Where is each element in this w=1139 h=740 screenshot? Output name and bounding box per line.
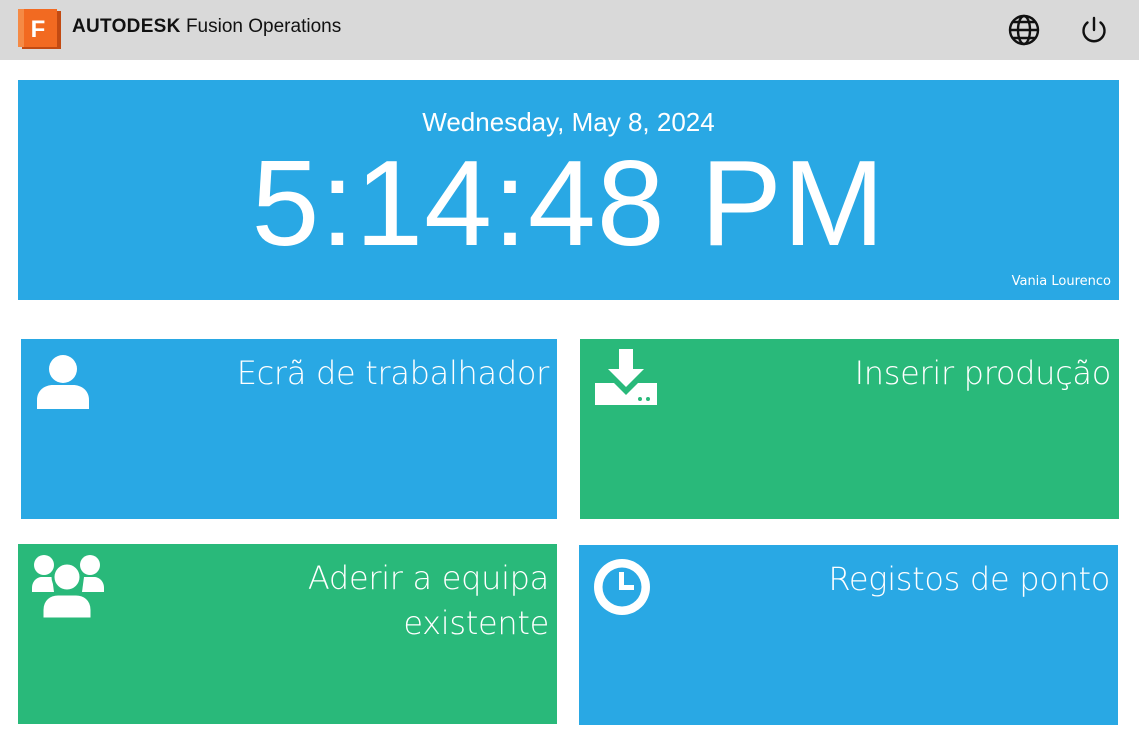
power-icon — [1082, 16, 1106, 43]
logout-button[interactable] — [1077, 13, 1111, 47]
globe-icon — [1008, 14, 1040, 46]
user-icon — [35, 353, 91, 415]
tile-label-line1: Aderir a equipa — [307, 559, 549, 597]
tile-join-team[interactable]: Aderir a equipa existente — [18, 544, 557, 724]
tile-worker-screen[interactable]: Ecrã de trabalhador — [21, 339, 557, 519]
users-group-icon — [32, 552, 104, 624]
logged-in-user: Vania Lourenco — [1011, 274, 1111, 289]
brand-name: AUTODESK — [72, 16, 181, 37]
tile-label: Registos de ponto — [828, 560, 1110, 598]
current-date: Wednesday, May 8, 2024 — [422, 107, 715, 137]
language-button[interactable] — [1007, 13, 1041, 47]
download-tray-icon — [594, 349, 658, 411]
tile-label: Ecrã de trabalhador — [236, 354, 550, 392]
current-time: 5:14:48 PM — [251, 135, 886, 271]
tile-insert-production[interactable]: Inserir produção — [580, 339, 1119, 519]
tile-label: Aderir a equipa existente — [308, 556, 549, 646]
tile-label: Inserir produção — [854, 354, 1112, 392]
tile-label-line2: existente — [403, 604, 549, 642]
clock-panel: Wednesday, May 8, 2024 5:14:48 PM Vania … — [18, 80, 1119, 300]
top-bar: F AUTODESK Fusion Operations — [0, 0, 1139, 60]
app-brand: AUTODESK Fusion Operations — [72, 14, 341, 40]
svg-text:F: F — [31, 16, 46, 43]
tile-time-records[interactable]: Registos de ponto — [579, 545, 1118, 725]
product-name: Fusion Operations — [185, 16, 342, 37]
clock-icon — [593, 558, 651, 620]
fusion-logo-icon: F — [18, 9, 61, 49]
